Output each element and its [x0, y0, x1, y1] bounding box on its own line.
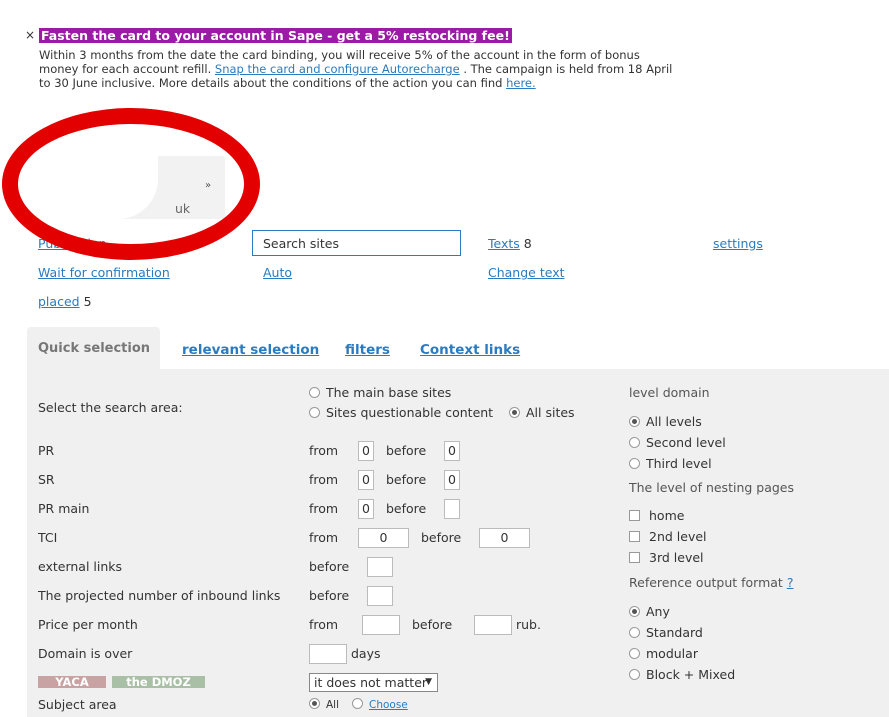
ref-format-heading: Reference output format ? [629, 575, 794, 590]
sr-from-input[interactable]: 0 [358, 470, 374, 490]
before-label: before [309, 559, 350, 574]
area-option-main[interactable]: The main base sites [309, 385, 451, 400]
subject-choose-option[interactable]: Choose [352, 698, 408, 711]
tci-from-input[interactable]: 0 [358, 528, 409, 548]
price-before-input[interactable] [474, 615, 512, 635]
autorecharge-link[interactable]: Snap the card and configure Autorecharge [215, 62, 460, 76]
tab-quick-selection[interactable]: Quick selection [27, 327, 160, 369]
texts-count: 8 [523, 236, 532, 251]
pr-before-input[interactable]: 0 [444, 441, 460, 461]
level-all[interactable]: All levels [629, 414, 702, 429]
format-standard[interactable]: Standard [629, 625, 703, 640]
before-label: before [386, 501, 427, 516]
nesting-heading: The level of nesting pages [629, 480, 795, 495]
area-option-all[interactable]: All sites [509, 405, 575, 420]
from-label: from [309, 501, 339, 516]
pr-main-before-input[interactable] [444, 499, 460, 519]
nesting-3rd[interactable]: 3rd level [629, 550, 704, 565]
pr-main-from-input[interactable]: 0 [358, 499, 374, 519]
tci-before-input[interactable]: 0 [479, 528, 530, 548]
promo-body: Within 3 months from the date the card b… [39, 48, 679, 90]
tab-context-links[interactable]: Context links [420, 342, 520, 358]
pr-main-label: PR main [38, 501, 90, 516]
from-label: from [309, 530, 339, 545]
promo-title: Fasten the card to your account in Sape … [39, 28, 512, 43]
radio-icon[interactable] [629, 648, 640, 659]
days-label: days [351, 646, 381, 661]
radio-icon[interactable] [629, 669, 640, 680]
wait-confirmation-link[interactable]: Wait for confirmation [38, 265, 170, 280]
projected-inbound-input[interactable] [367, 586, 393, 606]
tci-label: TCI [38, 530, 58, 545]
radio-selected-icon[interactable] [629, 416, 640, 427]
nesting-2nd[interactable]: 2nd level [629, 529, 707, 544]
radio-selected-icon[interactable] [309, 698, 320, 709]
from-label: from [309, 472, 339, 487]
before-label: before [386, 443, 427, 458]
search-area-label: Select the search area: [38, 400, 183, 415]
from-label: from [309, 617, 339, 632]
radio-selected-icon[interactable] [629, 606, 640, 617]
dmoz-select[interactable]: it does not matter ▼ [309, 673, 438, 692]
domain-over-label: Domain is over [38, 646, 133, 661]
placed-item: placed 5 [38, 294, 92, 309]
settings-link[interactable]: settings [713, 236, 763, 251]
nesting-home[interactable]: home [629, 508, 684, 523]
before-label: before [386, 472, 427, 487]
pr-label: PR [38, 443, 55, 458]
subject-label: Subject area [38, 697, 117, 712]
yaca-badge: YACA [38, 676, 106, 688]
radio-icon[interactable] [629, 458, 640, 469]
level-second[interactable]: Second level [629, 435, 726, 450]
placed-link[interactable]: placed [38, 294, 80, 309]
format-any[interactable]: Any [629, 604, 670, 619]
rub-label: rub. [516, 617, 541, 632]
external-links-input[interactable] [367, 557, 393, 577]
before-label: before [412, 617, 453, 632]
format-modular[interactable]: modular [629, 646, 698, 661]
radio-icon[interactable] [309, 407, 320, 418]
checkbox-icon[interactable] [629, 531, 640, 542]
before-label: before [309, 588, 350, 603]
texts-link[interactable]: Texts [488, 236, 520, 251]
radio-selected-icon[interactable] [509, 407, 520, 418]
details-link[interactable]: here. [506, 76, 536, 90]
tab-filters[interactable]: filters [345, 342, 390, 358]
texts-item: Texts 8 [488, 236, 532, 251]
price-label: Price per month [38, 617, 138, 632]
sr-label: SR [38, 472, 55, 487]
placed-count: 5 [83, 294, 92, 309]
before-label: before [421, 530, 462, 545]
tab-relevant-selection[interactable]: relevant selection [182, 342, 319, 358]
search-sites-button[interactable]: Search sites [252, 230, 461, 256]
checkbox-icon[interactable] [629, 510, 640, 521]
price-from-input[interactable] [362, 615, 400, 635]
change-text-link[interactable]: Change text [488, 265, 565, 280]
level-domain-heading: level domain [629, 385, 710, 400]
pr-from-input[interactable]: 0 [358, 441, 374, 461]
radio-icon[interactable] [629, 437, 640, 448]
external-links-label: external links [38, 559, 123, 574]
subject-all-option[interactable]: All [309, 698, 339, 711]
sr-before-input[interactable]: 0 [444, 470, 460, 490]
dropdown-arrow-icon: ▼ [425, 677, 432, 687]
radio-icon[interactable] [309, 387, 320, 398]
domain-days-input[interactable] [309, 644, 347, 664]
projected-inbound-label: The projected number of inbound links [38, 588, 281, 603]
radio-icon[interactable] [629, 627, 640, 638]
format-block-mixed[interactable]: Block + Mixed [629, 667, 735, 682]
dmoz-badge: the DMOZ [112, 676, 205, 688]
help-icon[interactable]: ? [787, 575, 794, 590]
area-option-questionable[interactable]: Sites questionable content [309, 405, 493, 420]
auto-link[interactable]: Auto [263, 265, 292, 280]
radio-icon[interactable] [352, 698, 363, 709]
checkbox-icon[interactable] [629, 552, 640, 563]
red-annotation-circle [2, 108, 260, 260]
from-label: from [309, 443, 339, 458]
level-third[interactable]: Third level [629, 456, 712, 471]
close-icon[interactable]: × [25, 28, 35, 42]
